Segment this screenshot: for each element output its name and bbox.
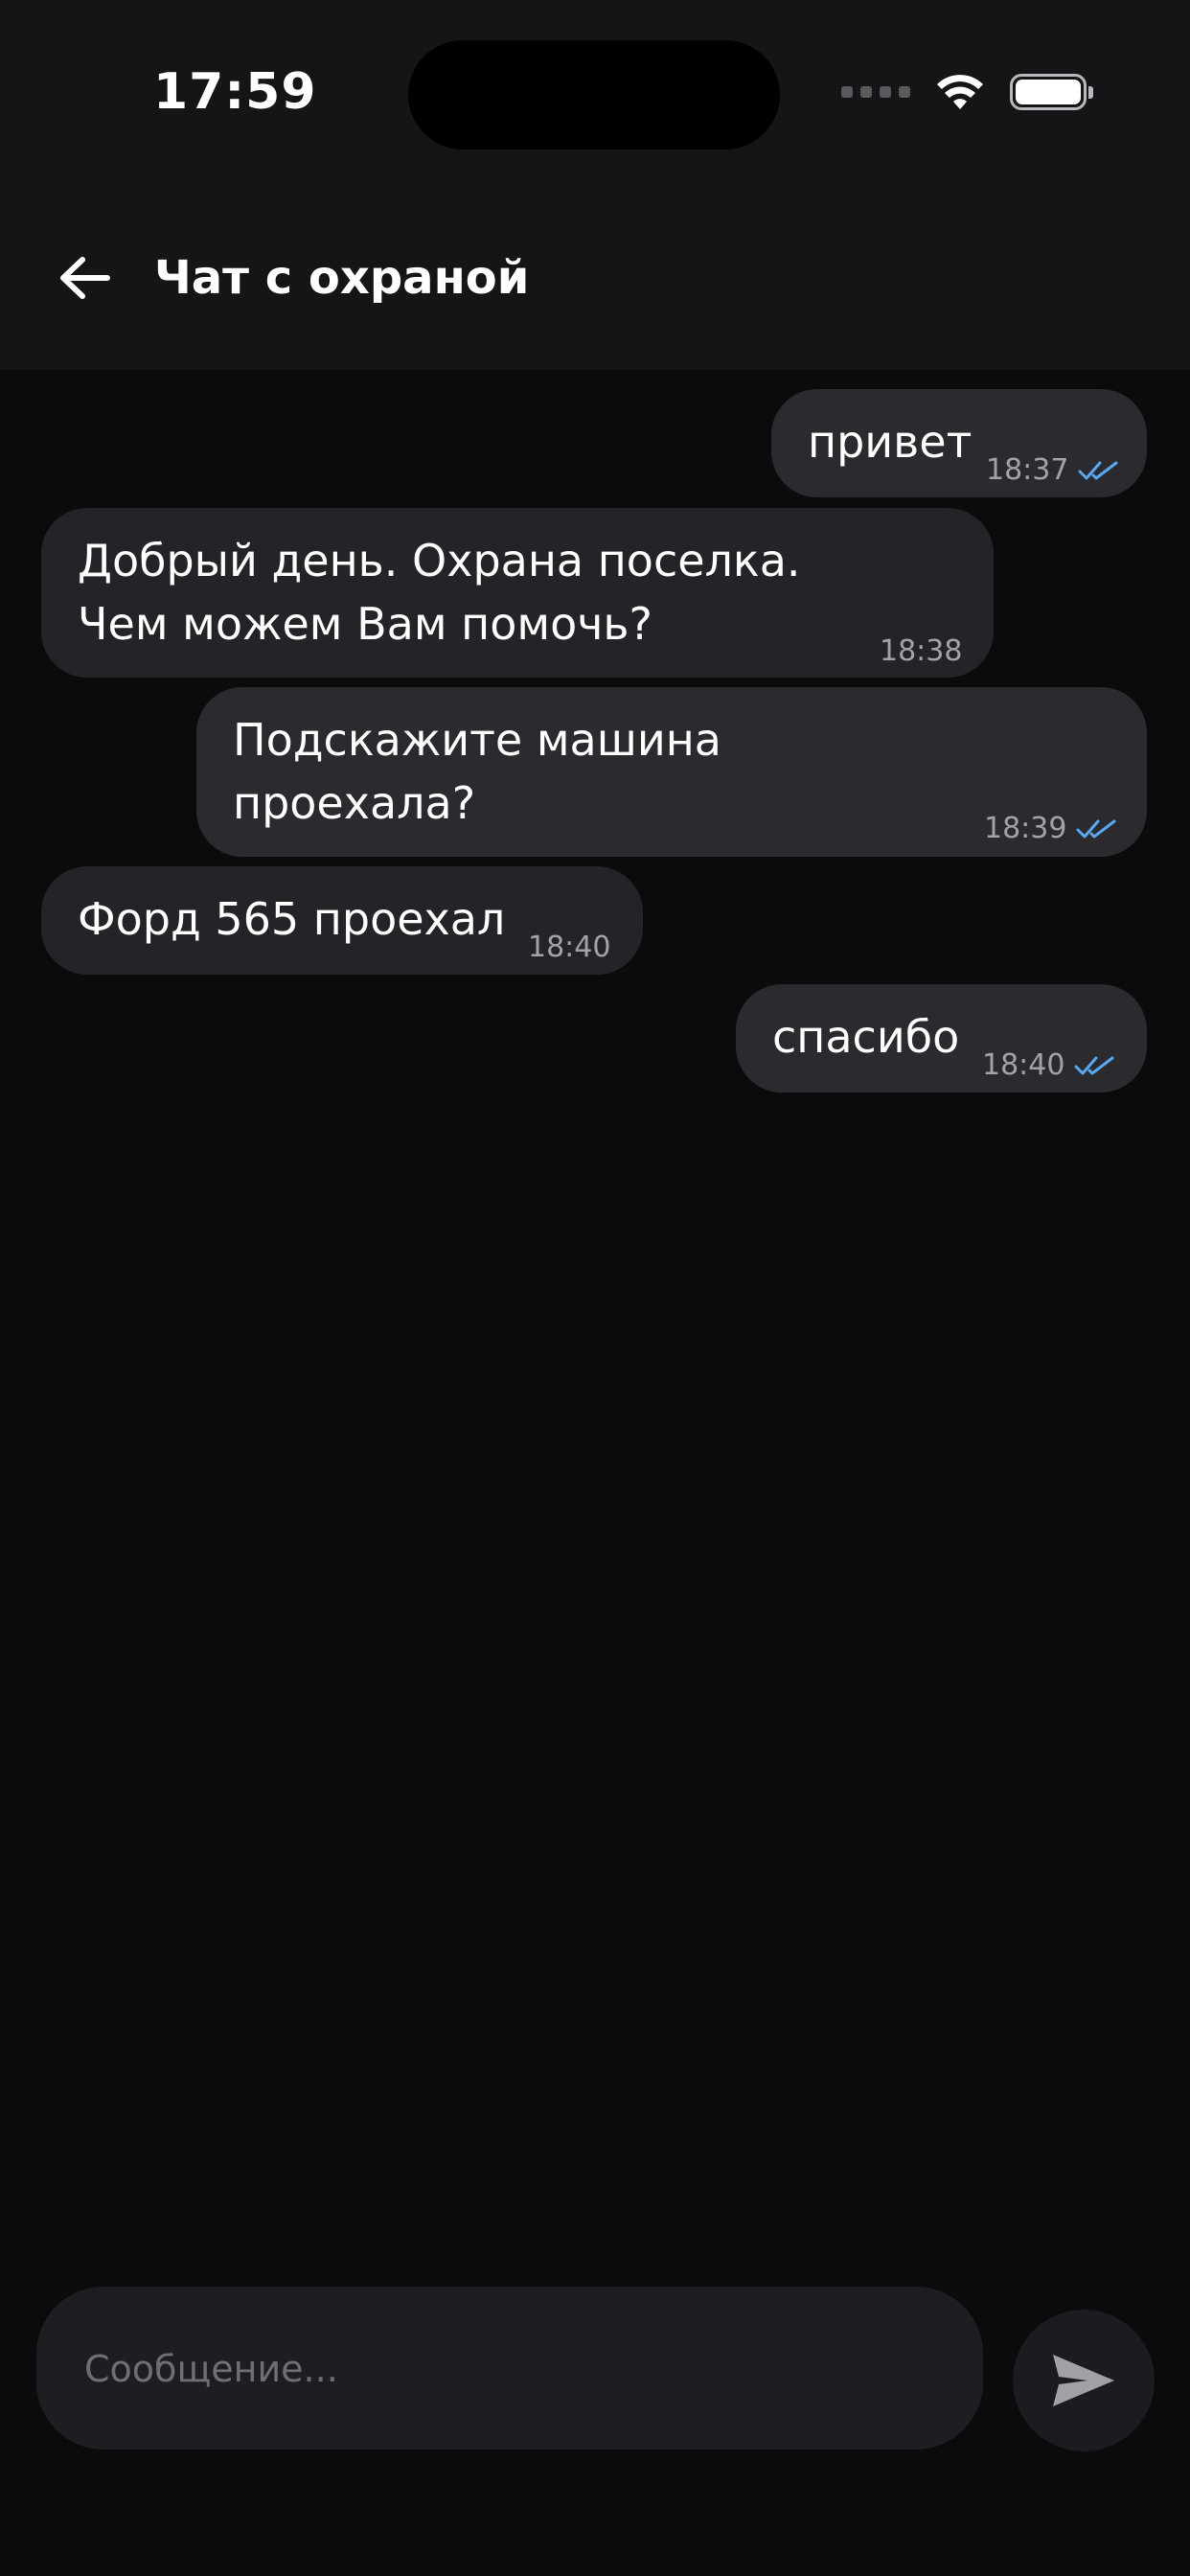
top-bar: 17:59 Чат с охраной [0, 0, 1190, 370]
chat-header: Чат с охраной [0, 220, 1190, 335]
message-bubble-outgoing[interactable]: спасибо 18:40 [736, 984, 1147, 1092]
chat-title: Чат с охраной [154, 251, 530, 305]
chat-screen: 17:59 Чат с охраной привет 18:37 Добрый … [0, 0, 1190, 2576]
message-time: 18:40 [982, 1048, 1065, 1082]
message-bubble-outgoing[interactable]: привет 18:37 [771, 389, 1147, 497]
arrow-left-icon [60, 257, 110, 299]
message-text: Подскажите машина проехала? [233, 714, 721, 829]
message-time: 18:40 [528, 931, 611, 964]
dynamic-island [408, 40, 780, 150]
message-composer [36, 2287, 983, 2451]
status-icons [841, 73, 1093, 111]
status-time: 17:59 [153, 63, 317, 121]
message-time: 18:39 [984, 812, 1067, 845]
cellular-signal-icon [841, 86, 910, 98]
message-bubble-incoming[interactable]: Форд 565 проехал 18:40 [41, 866, 643, 975]
message-text: Добрый день. Охрана поселка. Чем можем В… [78, 535, 801, 650]
message-bubble-outgoing[interactable]: Подскажите машина проехала? 18:39 [196, 687, 1147, 857]
double-check-icon [1078, 461, 1118, 480]
battery-icon [1010, 74, 1093, 110]
message-time: 18:37 [986, 453, 1069, 487]
double-check-icon [1076, 819, 1116, 839]
double-check-icon [1074, 1056, 1114, 1075]
send-button[interactable] [1013, 2310, 1155, 2451]
send-icon [1053, 2355, 1114, 2406]
back-button[interactable] [54, 247, 115, 309]
message-text: привет [808, 416, 973, 468]
message-input[interactable] [82, 2287, 949, 2451]
message-time: 18:38 [880, 634, 963, 668]
message-bubble-incoming[interactable]: Добрый день. Охрана поселка. Чем можем В… [41, 508, 994, 678]
message-text: спасибо [772, 1011, 960, 1063]
message-text: Форд 565 проехал [78, 893, 506, 945]
wifi-icon [937, 75, 983, 109]
